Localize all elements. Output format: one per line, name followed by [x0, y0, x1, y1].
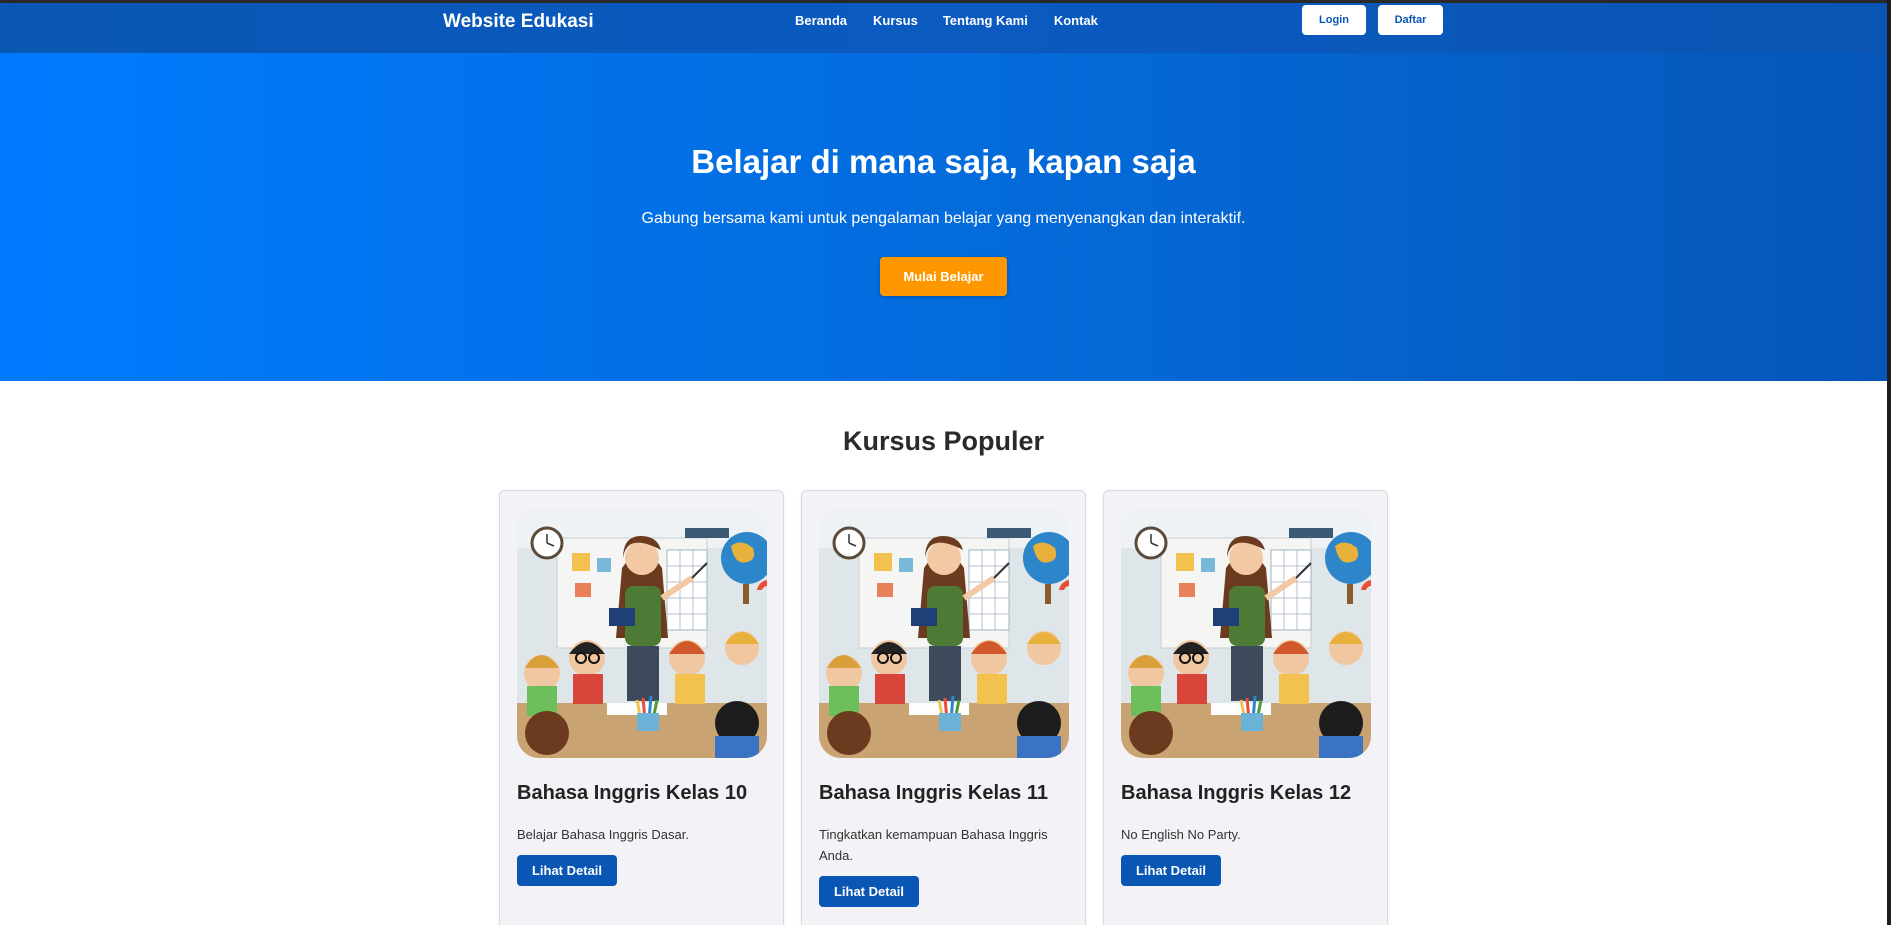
course-detail-button[interactable]: Lihat Detail	[819, 876, 919, 907]
page: Website Edukasi Beranda Kursus Tentang K…	[0, 0, 1891, 925]
course-card: Bahasa Inggris Kelas 11 Tingkatkan kemam…	[801, 490, 1086, 925]
brand-logo[interactable]: Website Edukasi	[443, 11, 594, 33]
course-description: Tingkatkan kemampuan Bahasa Inggris Anda…	[819, 827, 1048, 863]
start-learning-button[interactable]: Mulai Belajar	[880, 257, 1007, 296]
course-image	[1121, 508, 1371, 758]
nav-link-kursus[interactable]: Kursus	[873, 13, 918, 28]
course-description: No English No Party.	[1121, 827, 1241, 842]
course-image	[517, 508, 767, 758]
login-button[interactable]: Login	[1302, 5, 1366, 35]
course-title: Bahasa Inggris Kelas 10	[517, 782, 748, 804]
nav-link-kontak[interactable]: Kontak	[1054, 13, 1098, 28]
hero-title: Belajar di mana saja, kapan saja	[691, 143, 1196, 180]
main-menu: Beranda Kursus Tentang Kami Kontak	[795, 13, 1124, 28]
course-detail-button[interactable]: Lihat Detail	[517, 855, 617, 886]
nav-link-beranda[interactable]: Beranda	[795, 13, 847, 28]
signup-button[interactable]: Daftar	[1378, 5, 1443, 35]
course-card: Bahasa Inggris Kelas 12 No English No Pa…	[1103, 490, 1388, 925]
nav-link-tentang-kami[interactable]: Tentang Kami	[943, 13, 1028, 28]
auth-buttons: Login Daftar	[1302, 5, 1443, 35]
window-right-edge	[1887, 0, 1891, 925]
course-title: Bahasa Inggris Kelas 11	[819, 782, 1049, 804]
hero-subtitle: Gabung bersama kami untuk pengalaman bel…	[641, 210, 1246, 227]
course-title: Bahasa Inggris Kelas 12	[1121, 782, 1352, 804]
course-card: Bahasa Inggris Kelas 10 Belajar Bahasa I…	[499, 490, 784, 925]
course-description: Belajar Bahasa Inggris Dasar.	[517, 827, 689, 842]
popular-courses-heading: Kursus Populer	[842, 426, 1045, 456]
hero-banner: Belajar di mana saja, kapan saja Gabung …	[0, 53, 1891, 381]
navbar: Website Edukasi Beranda Kursus Tentang K…	[0, 3, 1891, 53]
course-image	[819, 508, 1069, 758]
course-detail-button[interactable]: Lihat Detail	[1121, 855, 1221, 886]
